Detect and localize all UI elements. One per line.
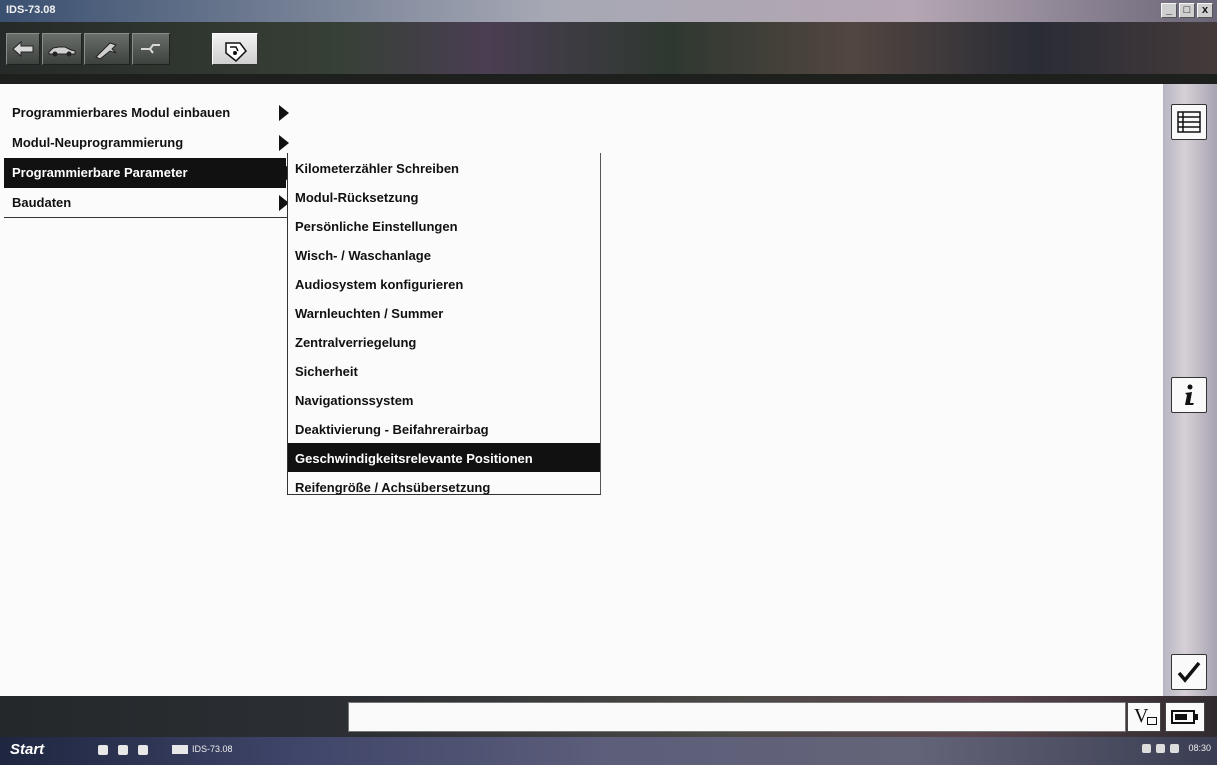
title-bar: IDS-73.08 _ □ x [0, 0, 1217, 22]
tools-icon [95, 42, 117, 60]
submenu-item-label: Persönliche Einstellungen [295, 219, 458, 234]
menu-item-build-data[interactable]: Baudaten [4, 188, 292, 218]
clock: 08:30 [1188, 743, 1211, 753]
submenu-item-passenger-airbag[interactable]: Deaktivierung - Beifahrerairbag [288, 414, 600, 443]
submenu-item-label: Kilometerzähler Schreiben [295, 161, 459, 176]
submenu-item-audio-system[interactable]: Audiosystem konfigurieren [288, 269, 600, 298]
close-button[interactable]: x [1197, 3, 1213, 18]
parameters-submenu: Kilometerzähler Schreiben Modul-Rücksetz… [287, 153, 601, 495]
submenu-item-security[interactable]: Sicherheit [288, 356, 600, 385]
back-button[interactable] [6, 33, 40, 65]
tools-button[interactable] [84, 33, 130, 65]
app-icon[interactable] [138, 745, 148, 755]
menu-item-label: Baudaten [12, 195, 72, 210]
menu-item-install-module[interactable]: Programmierbares Modul einbauen [4, 98, 296, 128]
submenu-item-label: Reifengröße / Achsübersetzung [295, 480, 491, 495]
network-icon[interactable] [1156, 743, 1166, 753]
window-title: IDS-73.08 [6, 4, 56, 16]
submenu-item-label: Audiosystem konfigurieren [295, 277, 464, 292]
command-strip: V [0, 696, 1217, 737]
module-programming-icon [225, 42, 247, 63]
submenu-item-label: Geschwindigkeitsrelevante Positionen [295, 451, 533, 466]
submenu-item-label: Warnleuchten / Summer [295, 306, 444, 321]
menu-item-label: Programmierbares Modul einbauen [12, 105, 231, 120]
submenu-item-label: Navigationssystem [295, 393, 414, 408]
toolbar [0, 22, 1217, 84]
menu-item-label: Programmierbare Parameter [12, 165, 188, 180]
confirm-button[interactable] [1171, 654, 1207, 690]
submenu-item-odometer[interactable]: Kilometerzähler Schreiben [288, 153, 600, 182]
submenu-item-module-reset[interactable]: Modul-Rücksetzung [288, 182, 600, 211]
minimize-button[interactable]: _ [1161, 3, 1177, 18]
taskbar: Start IDS-73.08 08:30 [0, 737, 1217, 765]
wrench-button[interactable] [132, 33, 170, 65]
tray-app-icon[interactable] [1170, 743, 1180, 753]
vehicle-button[interactable] [42, 33, 82, 65]
system-tray: 08:30 [1142, 743, 1211, 753]
right-sidebar [1163, 84, 1217, 696]
submenu-item-tire-size[interactable]: Reifengröße / Achsübersetzung [288, 472, 600, 501]
submenu-item-warning-lights[interactable]: Warnleuchten / Summer [288, 298, 600, 327]
submenu-item-central-locking[interactable]: Zentralverriegelung [288, 327, 600, 356]
menu-item-label: Modul-Neuprogrammierung [12, 135, 184, 150]
back-arrow-icon [12, 40, 34, 58]
module-menu: Programmierbares Modul einbauen Modul-Ne… [4, 98, 296, 218]
battery-icon [1171, 710, 1198, 724]
volume-icon[interactable] [1142, 743, 1152, 753]
info-icon [1185, 384, 1194, 405]
submenu-item-label: Deaktivierung - Beifahrerairbag [295, 422, 489, 437]
battery-button[interactable] [1165, 702, 1205, 732]
taskbar-task-ids[interactable]: IDS-73.08 [172, 744, 233, 758]
submenu-item-label: Wisch- / Waschanlage [295, 248, 431, 263]
submenu-item-label: Sicherheit [295, 364, 358, 379]
wrench-icon [141, 44, 160, 54]
maximize-button[interactable]: □ [1179, 3, 1195, 18]
submenu-item-navigation[interactable]: Navigationssystem [288, 385, 600, 414]
vehicle-icon [48, 46, 76, 57]
browser-icon[interactable] [98, 745, 108, 755]
submenu-item-wiper-washer[interactable]: Wisch- / Waschanlage [288, 240, 600, 269]
window-icon [172, 745, 188, 755]
submenu-item-speed-positions[interactable]: Geschwindigkeitsrelevante Positionen [288, 443, 600, 472]
submenu-arrow-icon [279, 135, 289, 151]
ids-window: IDS-73.08 _ □ x Programmierbares Modul e… [0, 0, 1217, 765]
keyboard-icon [1147, 717, 1157, 725]
list-icon [1177, 111, 1201, 133]
desktop-icon[interactable] [118, 745, 128, 755]
submenu-item-label: Zentralverriegelung [295, 335, 417, 350]
taskbar-task-label: IDS-73.08 [192, 744, 233, 754]
list-button[interactable] [1171, 104, 1207, 140]
submenu-arrow-icon [279, 105, 289, 121]
submenu-item-label: Modul-Rücksetzung [295, 190, 419, 205]
checkmark-icon [1177, 661, 1201, 683]
version-button[interactable]: V [1127, 702, 1161, 732]
window-controls: _ □ x [1161, 3, 1213, 18]
menu-item-programmable-parameters[interactable]: Programmierbare Parameter [4, 158, 295, 188]
module-programming-button[interactable] [212, 33, 258, 65]
submenu-item-personal-settings[interactable]: Persönliche Einstellungen [288, 211, 600, 240]
menu-item-reprogram-module[interactable]: Modul-Neuprogrammierung [4, 128, 296, 158]
command-input[interactable] [348, 702, 1126, 732]
info-button[interactable] [1171, 377, 1207, 413]
start-button[interactable]: Start [2, 741, 56, 761]
